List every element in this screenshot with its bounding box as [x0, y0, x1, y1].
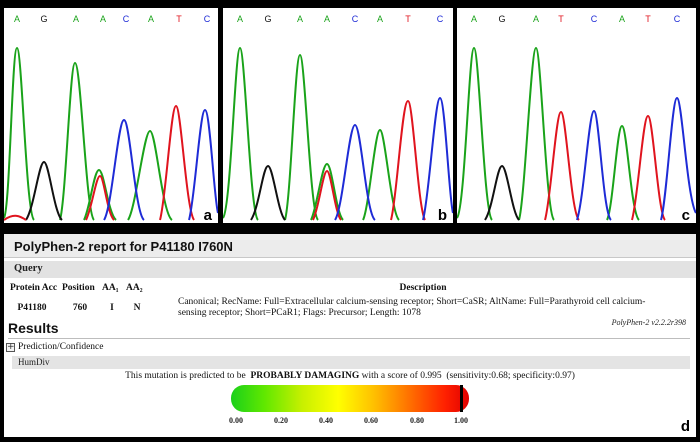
verdict-metrics: (sensitivity:0.68; specificity:0.97): [446, 371, 575, 381]
chromatogram-panel-a: A G A A C A T C a: [4, 8, 218, 226]
scale-tick: 0.20: [274, 416, 288, 425]
scale-tick: 0.00: [229, 416, 243, 425]
chromatogram-panel-c: A G A T C A T C c: [457, 8, 696, 226]
results-divider: [8, 338, 690, 339]
report-title: PolyPhen-2 report for P41180 I760N: [4, 234, 696, 258]
scale-tick: 1.00: [454, 416, 468, 425]
base-call-letter: G: [264, 14, 271, 24]
results-heading: Results: [8, 320, 59, 336]
col-aa1: AA₁: [102, 282, 119, 293]
verdict-prefix: This mutation is predicted to be: [125, 371, 246, 381]
col-position: Position: [62, 282, 95, 293]
base-call-letter: A: [14, 14, 20, 24]
panel-label-d: d: [680, 418, 690, 435]
aa1-value: I: [110, 303, 114, 313]
expand-plus-icon[interactable]: +: [6, 342, 15, 352]
base-call-letter: G: [40, 14, 47, 24]
base-call-letter: A: [73, 14, 79, 24]
base-call-letter: C: [437, 14, 444, 24]
humdiv-header: HumDiv: [12, 356, 690, 369]
query-table: Protein Acc Position AA₁ AA₂ Description…: [4, 280, 696, 321]
prediction-toggle[interactable]: + Prediction/Confidence: [6, 340, 103, 354]
base-call-letter: A: [148, 14, 154, 24]
base-call-letter: A: [297, 14, 303, 24]
chromatogram-a-trace: AGAACATC: [4, 14, 218, 221]
base-call-letter: A: [100, 14, 106, 24]
score-marker: [460, 385, 463, 412]
base-call-letter: T: [645, 14, 651, 24]
table-row: P41180 760 I N Canonical; RecName: Full=…: [4, 295, 696, 321]
polyphen-report: PolyPhen-2 report for P41180 I760N Query…: [4, 234, 696, 437]
col-description: Description: [399, 282, 447, 293]
base-call-letter: C: [674, 14, 681, 24]
base-call-letter: C: [123, 14, 130, 24]
verdict-call: PROBABLY DAMAGING: [250, 371, 360, 381]
query-section-label: Query: [4, 261, 696, 278]
base-call-letter: A: [377, 14, 383, 24]
panel-label-c: c: [681, 207, 690, 224]
base-call-letter: T: [405, 14, 411, 24]
base-call-letter: T: [558, 14, 564, 24]
aa2-value: N: [133, 303, 141, 313]
prediction-verdict: This mutation is predicted to be PROBABL…: [4, 371, 696, 381]
prediction-label: Prediction/Confidence: [18, 342, 104, 352]
base-call-letter: A: [619, 14, 625, 24]
base-call-letter: A: [324, 14, 330, 24]
panel-label-a: a: [203, 207, 212, 224]
chromatogram-c-trace: AGATCATC: [457, 14, 696, 221]
chromatogram-b-trace: AGAACATC: [223, 14, 453, 221]
col-aa2: AA₂: [126, 282, 143, 293]
base-call-letter: A: [237, 14, 243, 24]
verdict-score: with a score of 0.995: [361, 371, 442, 381]
scale-tick: 0.60: [364, 416, 378, 425]
base-call-letter: C: [591, 14, 598, 24]
score-gradient-bar: [231, 385, 469, 412]
scale-tick: 0.40: [319, 416, 333, 425]
position-value: 760: [72, 303, 88, 313]
version-label: PolyPhen-2 v2.2.2r398: [611, 318, 686, 327]
base-call-letter: G: [498, 14, 505, 24]
base-call-letter: A: [471, 14, 477, 24]
col-protein-acc: Protein Acc: [10, 282, 58, 293]
query-table-header: Protein Acc Position AA₁ AA₂ Description: [4, 280, 696, 295]
chromatogram-panel-b: A G A A C A T C b: [223, 8, 453, 226]
base-call-letter: C: [204, 14, 211, 24]
protein-acc-link[interactable]: P41180: [4, 295, 60, 321]
panel-label-b: b: [437, 207, 447, 224]
base-call-letter: A: [533, 14, 539, 24]
base-call-letter: C: [352, 14, 359, 24]
base-call-letter: T: [176, 14, 182, 24]
scale-tick: 0.80: [410, 416, 424, 425]
